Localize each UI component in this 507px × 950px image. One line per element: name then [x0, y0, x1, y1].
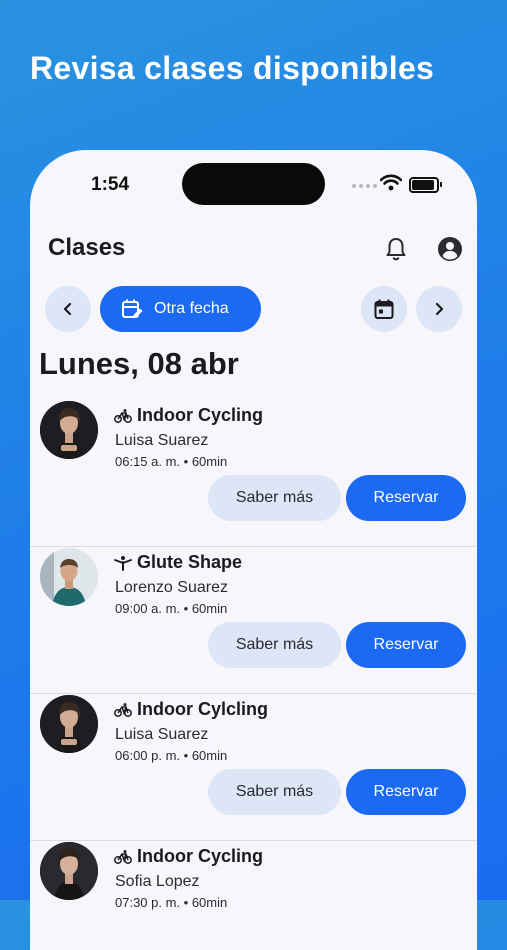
- other-date-button[interactable]: Otra fecha: [100, 286, 261, 332]
- class-title: Indoor Cycling: [114, 405, 263, 426]
- instructor-avatar: [40, 401, 98, 459]
- bike-icon: [114, 702, 132, 717]
- instructor-name: Lorenzo Suarez: [115, 579, 228, 596]
- book-button[interactable]: Reservar: [346, 622, 466, 668]
- gymnastics-icon: [114, 555, 132, 571]
- account-icon[interactable]: [437, 236, 463, 262]
- learn-more-button[interactable]: Saber más: [208, 769, 341, 815]
- instructor-name: Sofia Lopez: [115, 873, 200, 890]
- instructor-avatar: [40, 842, 98, 900]
- class-title: Indoor Cylcling: [114, 699, 268, 720]
- class-time: 06:00 p. m. • 60min: [115, 748, 228, 763]
- book-button[interactable]: Reservar: [346, 769, 466, 815]
- instructor-avatar: [40, 695, 98, 753]
- class-name: Indoor Cylcling: [137, 699, 269, 719]
- page-title: Clases: [48, 234, 126, 261]
- class-card: Glute Shape Lorenzo Suarez 09:00 a. m. •…: [30, 548, 477, 694]
- class-title: Indoor Cycling: [114, 846, 263, 867]
- other-date-label: Otra fecha: [154, 300, 229, 317]
- calendar-edit-icon: [122, 299, 143, 318]
- learn-more-button[interactable]: Saber más: [208, 622, 341, 668]
- class-card: Indoor Cylcling Luisa Suarez 06:00 p. m.…: [30, 695, 477, 841]
- class-name: Indoor Cycling: [137, 405, 263, 425]
- divider: [30, 840, 477, 841]
- instructor-name: Luisa Suarez: [115, 726, 209, 743]
- instructor-name: Luisa Suarez: [115, 432, 209, 449]
- class-time: 09:00 a. m. • 60min: [115, 601, 228, 616]
- signal-icon: [352, 184, 377, 188]
- instructor-avatar: [40, 548, 98, 606]
- day-heading: Lunes, 08 abr: [39, 346, 239, 381]
- calendar-button[interactable]: [361, 286, 407, 332]
- status-time: 1:54: [91, 174, 130, 195]
- next-day-button[interactable]: [416, 286, 462, 332]
- class-card: Indoor Cycling Sofia Lopez 07:30 p. m. •…: [30, 842, 477, 950]
- battery-icon: [409, 177, 442, 193]
- class-time: 06:15 a. m. • 60min: [115, 454, 228, 469]
- divider: [30, 546, 477, 547]
- class-name: Glute Shape: [137, 552, 243, 572]
- phone-screen: 1:54 Clases Otra fecha Lunes, 08 abr Ind…: [30, 150, 477, 950]
- bike-icon: [114, 849, 132, 864]
- dynamic-island: [182, 163, 325, 205]
- wifi-icon: [380, 174, 402, 191]
- promo-headline: Revisa clases disponibles: [30, 50, 435, 86]
- bike-icon: [114, 408, 132, 423]
- book-button[interactable]: Reservar: [346, 475, 466, 521]
- class-title: Glute Shape: [114, 552, 242, 573]
- chevron-right-icon: [435, 302, 444, 316]
- calendar-icon: [374, 299, 394, 319]
- class-time: 07:30 p. m. • 60min: [115, 895, 228, 910]
- previous-day-button[interactable]: [45, 286, 91, 332]
- divider: [30, 693, 477, 694]
- class-card: Indoor Cycling Luisa Suarez 06:15 a. m. …: [30, 401, 477, 547]
- learn-more-button[interactable]: Saber más: [208, 475, 341, 521]
- chevron-left-icon: [63, 302, 72, 316]
- class-name: Indoor Cycling: [137, 846, 263, 866]
- notifications-bell-icon[interactable]: [384, 236, 408, 262]
- status-bar: 1:54: [30, 150, 477, 220]
